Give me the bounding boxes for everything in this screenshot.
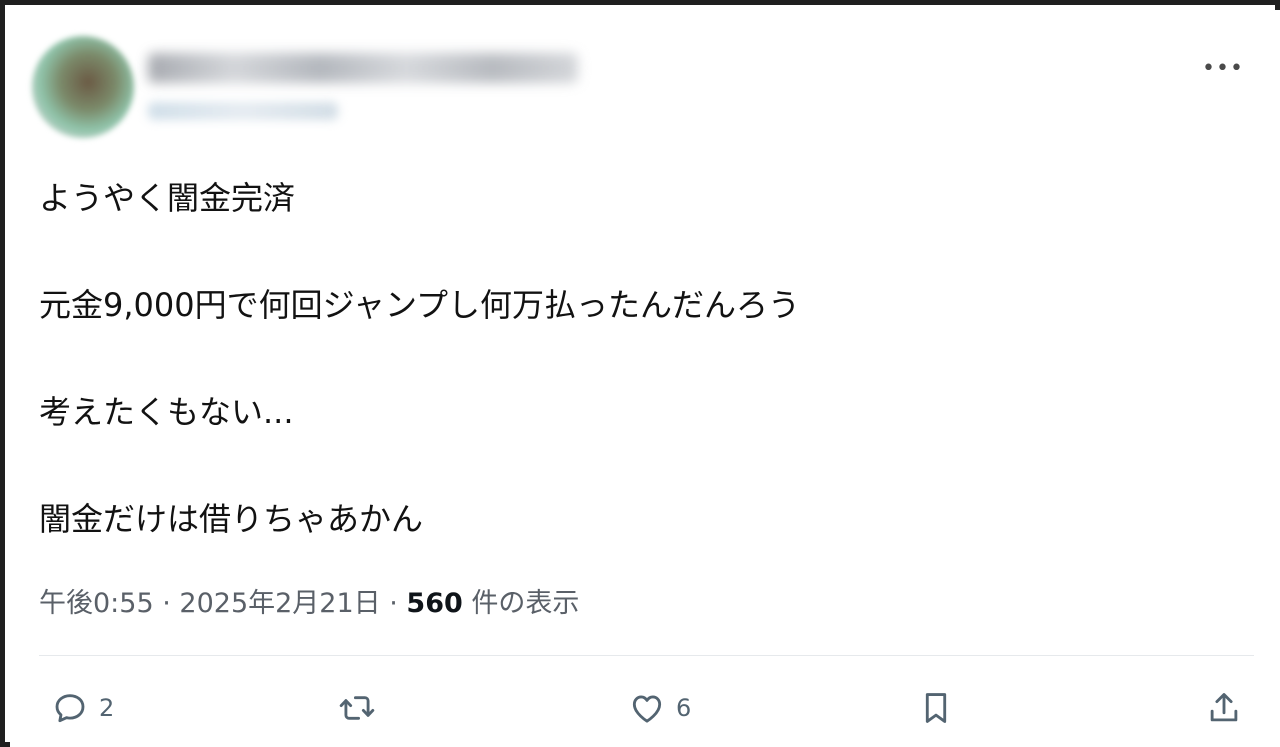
heart-icon — [632, 695, 662, 723]
meta-separator: · — [389, 588, 407, 619]
share-button[interactable] — [1205, 688, 1243, 728]
divider — [39, 655, 1254, 656]
like-button[interactable]: 6 — [628, 688, 691, 728]
bookmark-button[interactable] — [917, 688, 955, 728]
reply-count: 2 — [99, 694, 115, 722]
reply-icon — [55, 694, 85, 723]
screenshot-frame: ••• ようやく闇金完済 元金9,000円で何回ジャンプし何万払ったんだんろう … — [0, 0, 1280, 747]
views-count: 560 — [406, 588, 463, 619]
more-options-button[interactable]: ••• — [1202, 50, 1244, 86]
handle-redacted — [148, 102, 338, 120]
tweet-time[interactable]: 午後0:55 — [39, 588, 154, 619]
tweet-text-line: 元金9,000円で何回ジャンプし何万払ったんだんろう — [39, 286, 801, 324]
avatar[interactable] — [32, 36, 134, 138]
tweet-card: ••• ようやく闇金完済 元金9,000円で何回ジャンプし何万払ったんだんろう … — [10, 10, 1280, 747]
reply-button[interactable]: 2 — [51, 688, 114, 728]
retweet-button[interactable] — [338, 688, 376, 728]
like-count: 6 — [676, 694, 692, 722]
tweet-text-line: 闇金だけは借りちゃあかん — [39, 500, 424, 538]
views-label-text: 件の表示 — [471, 588, 580, 619]
retweet-icon — [339, 696, 375, 720]
bookmark-icon — [925, 693, 947, 723]
share-icon — [1210, 693, 1238, 722]
tweet-text-line: ようやく闇金完済 — [39, 179, 296, 217]
tweet-text-line: 考えたくもない... — [39, 393, 294, 431]
tweet-date[interactable]: 2025年2月21日 — [179, 588, 380, 619]
tweet-meta: 午後0:55 · 2025年2月21日 · 560 件の表示 — [39, 581, 579, 620]
more-horizontal-icon: ••• — [1202, 55, 1244, 81]
meta-separator: · — [162, 588, 180, 619]
display-name-redacted — [148, 53, 578, 83]
